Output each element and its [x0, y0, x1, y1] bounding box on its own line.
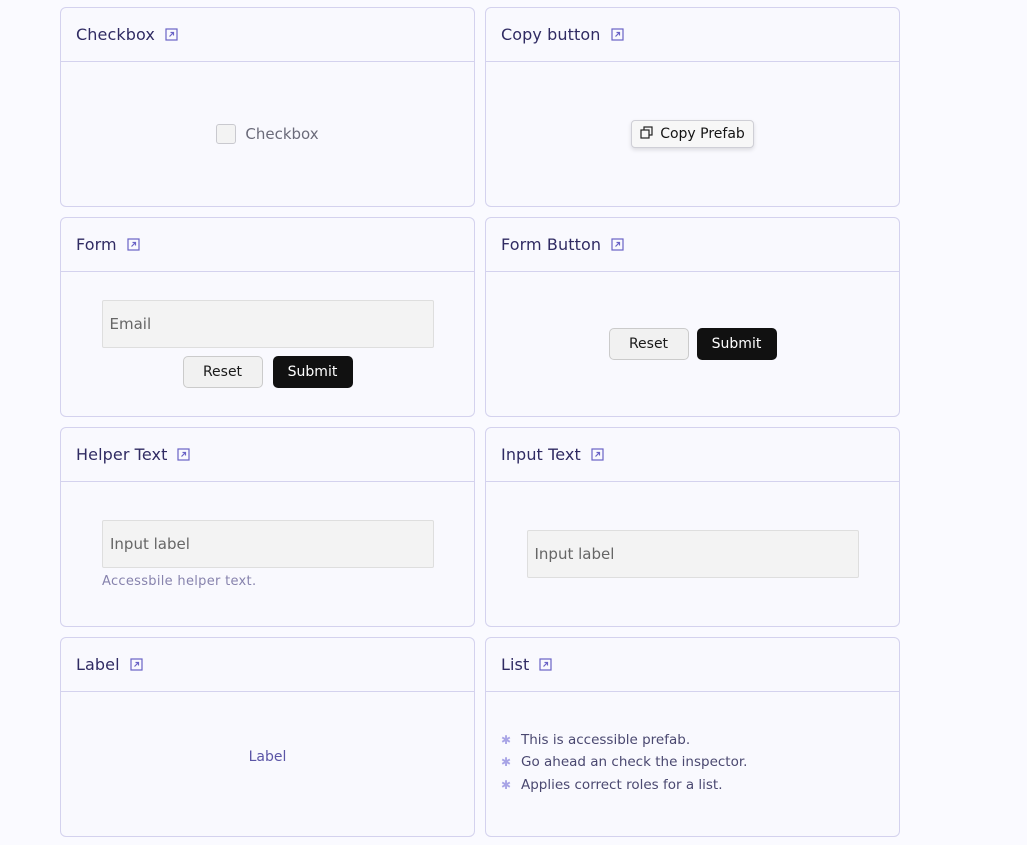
accessible-list: ✱ This is accessible prefab. ✱ Go ahead an… [501, 728, 747, 796]
card-title: Checkbox [76, 25, 155, 44]
copy-icon [640, 125, 653, 143]
card-header: Label [61, 638, 474, 692]
card-form: Form Email Reset Submit [60, 217, 475, 417]
input-with-helper[interactable]: Input label [102, 519, 434, 568]
card-checkbox: Checkbox Checkbox [60, 7, 475, 207]
checkbox[interactable]: Checkbox [216, 124, 319, 144]
prefab-grid: Checkbox Checkbox Copy button Copy Prefa… [60, 7, 900, 837]
email-input[interactable]: Email [101, 300, 434, 348]
card-body: Checkbox [61, 62, 474, 206]
card-form-button: Form Button Reset Submit [485, 217, 900, 417]
card-input-text: Input Text Input label [485, 427, 900, 627]
helper-text: Accessbile helper text. [102, 573, 257, 589]
list-item-text: This is accessible prefab. [521, 731, 691, 748]
external-link-icon[interactable] [611, 238, 624, 251]
card-body: Reset Submit [486, 272, 899, 416]
list-item-text: Go ahead an check the inspector. [521, 754, 748, 770]
bullet-icon: ✱ [501, 732, 512, 747]
card-header: Helper Text [61, 428, 474, 482]
checkbox-box[interactable] [216, 124, 237, 144]
input-label: Input label [534, 545, 615, 563]
bullet-icon: ✱ [501, 755, 512, 769]
card-header: List [486, 638, 899, 692]
card-header: Checkbox [61, 8, 474, 62]
external-link-icon[interactable] [177, 448, 191, 461]
label-text: Label [248, 749, 287, 765]
form-button-actions: Reset Submit [608, 328, 777, 360]
card-label: Label Label [60, 637, 475, 837]
card-body: Label [61, 692, 474, 836]
reset-button[interactable]: Reset [608, 328, 689, 360]
copy-prefab-button[interactable]: Copy Prefab [631, 120, 754, 148]
card-body: Input label Accessbile helper text. [61, 482, 474, 626]
card-copy-button: Copy button Copy Prefab [485, 7, 900, 207]
external-link-icon[interactable] [165, 28, 178, 41]
card-title: List [501, 655, 530, 674]
card-header: Form Button [486, 218, 899, 272]
submit-button[interactable]: Submit [696, 328, 777, 360]
external-link-icon[interactable] [127, 238, 140, 251]
card-title: Helper Text [76, 445, 168, 464]
list-item: ✱ Go ahead an check the inspector. [501, 751, 747, 774]
card-title: Form Button [501, 235, 602, 254]
form-actions: Reset Submit [182, 356, 353, 388]
external-link-icon[interactable] [610, 28, 624, 41]
submit-button[interactable]: Submit [272, 356, 353, 388]
list-item-text: Applies correct roles for a list. [521, 776, 723, 793]
input-label: Input label [110, 534, 190, 553]
card-header: Input Text [486, 428, 899, 482]
card-helper-text: Helper Text Input label Accessbile helpe… [60, 427, 475, 627]
text-input[interactable]: Input label [526, 530, 859, 578]
card-body: Input label [486, 482, 899, 626]
list-item: ✱ This is accessible prefab. [501, 728, 747, 751]
card-title: Form [76, 235, 117, 254]
checkbox-label: Checkbox [245, 125, 319, 143]
card-header: Form [61, 218, 474, 272]
card-title: Copy button [501, 25, 601, 44]
list-item: ✱ Applies correct roles for a list. [501, 773, 747, 796]
card-title: Input Text [501, 445, 581, 464]
copy-button-label: Copy Prefab [660, 126, 745, 142]
card-header: Copy button [486, 8, 899, 62]
card-body: ✱ This is accessible prefab. ✱ Go ahead an… [486, 692, 899, 836]
card-body: Email Reset Submit [61, 272, 474, 416]
card-body: Copy Prefab [486, 62, 899, 206]
card-title: Label [76, 655, 120, 674]
card-list: List ✱ This is accessible prefab. ✱ Go ahe… [485, 637, 900, 837]
reset-button[interactable]: Reset [182, 356, 263, 388]
external-link-icon[interactable] [130, 658, 143, 671]
external-link-icon[interactable] [539, 658, 552, 671]
bullet-icon: ✱ [501, 777, 512, 792]
external-link-icon[interactable] [591, 448, 604, 461]
email-placeholder: Email [109, 315, 152, 333]
